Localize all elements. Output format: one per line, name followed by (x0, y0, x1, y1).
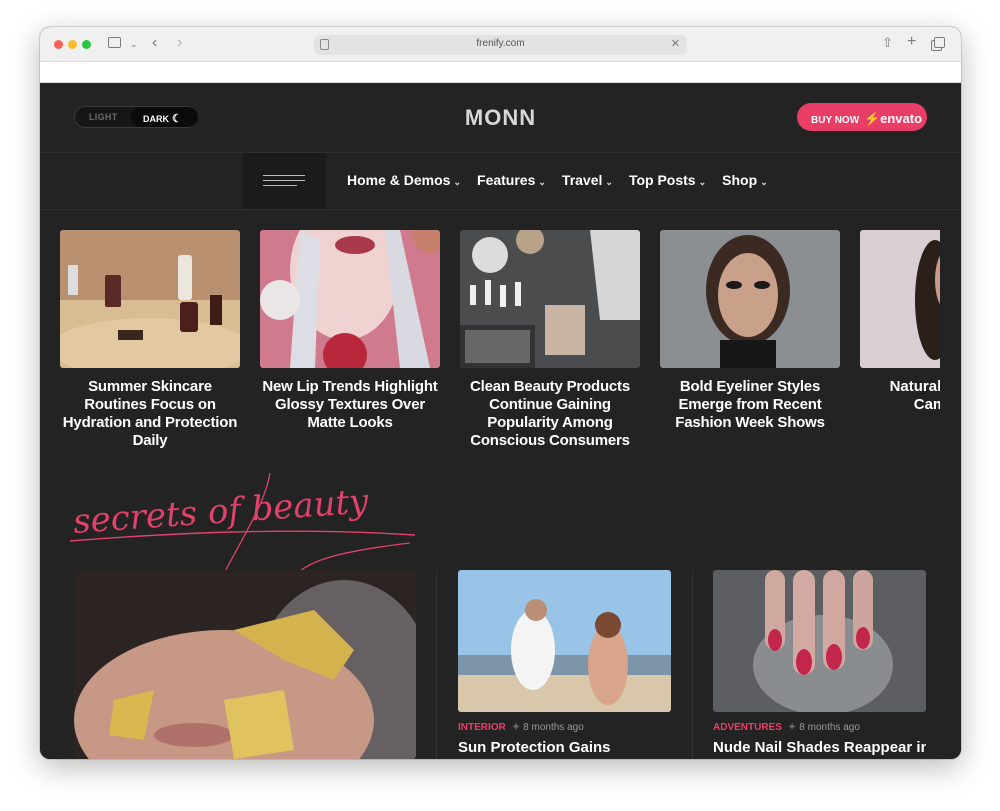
envato-logo: ⚡envato (863, 111, 923, 126)
slider-card[interactable]: Bold Eyeliner Styles Emerge from Recent … (660, 230, 840, 432)
buy-now-label: BUY NOW (811, 115, 860, 126)
chevron-down-icon: ⌄ (698, 177, 707, 187)
clear-icon[interactable]: ✕ (671, 37, 680, 50)
nail-art-image[interactable] (713, 570, 926, 712)
sun-protection-image[interactable] (458, 570, 671, 712)
tabs-overview-icon[interactable] (934, 37, 945, 48)
card-title[interactable]: Natural Spotlight Campaign (860, 378, 940, 410)
forward-icon[interactable]: › (177, 35, 182, 51)
dot-separator-icon: ✦ (787, 722, 797, 733)
chevron-down-icon: ⌄ (538, 177, 546, 187)
dot-separator-icon: ✦ (511, 722, 521, 733)
post-card[interactable]: INTERIOR ✦ 8 months ago Sun Protection Gai… (458, 570, 671, 756)
eyeliner-model-image[interactable] (660, 230, 840, 368)
card-title[interactable]: Summer Skincare Routines Focus on Hydrat… (60, 378, 240, 450)
address-bar[interactable]: frenify.com ✕ (314, 35, 687, 55)
buy-now-button[interactable]: BUY NOW ⚡envato (797, 103, 927, 131)
chevron-down-icon: ⌄ (605, 177, 613, 187)
beauty-products-image[interactable] (460, 230, 640, 368)
hamburger-menu-icon[interactable] (243, 153, 326, 209)
browser-toolbar: ⌄ ‹ › frenify.com ✕ ⇧ + (40, 27, 961, 62)
minimize-window-button[interactable] (68, 40, 77, 49)
sidebar-icon[interactable] (108, 37, 121, 48)
url-text: frenify.com (476, 38, 525, 49)
slider-card[interactable]: Summer Skincare Routines Focus on Hydrat… (60, 230, 240, 450)
lips-image[interactable] (260, 230, 440, 368)
post-date: 8 months ago (523, 722, 584, 733)
curly-hair-model-image[interactable] (860, 230, 940, 368)
slider-card[interactable]: Clean Beauty Products Continue Gaining P… (460, 230, 640, 450)
close-window-button[interactable] (54, 40, 63, 49)
main-navigation: Home & Demos ⌄ Features ⌄ Travel ⌄ Top Post… (40, 152, 961, 210)
new-tab-icon[interactable]: + (907, 34, 916, 50)
favorites-bar (40, 62, 961, 83)
column-divider (436, 570, 437, 759)
chevron-down-icon[interactable]: ⌄ (130, 37, 138, 51)
back-icon[interactable]: ‹ (152, 35, 157, 51)
slider-card[interactable]: New Lip Trends Highlight Glossy Textures… (260, 230, 440, 432)
skincare-image[interactable] (60, 230, 240, 368)
post-title[interactable]: Nude Nail Shades Reappear in (713, 739, 926, 756)
nav-item-home-demos[interactable]: Home & Demos ⌄ (347, 172, 461, 188)
chevron-down-icon: ⌄ (760, 177, 768, 187)
slider-card-partial[interactable]: Natural Spotlight Campaign (860, 230, 940, 410)
post-category[interactable]: INTERIOR (458, 722, 506, 733)
chevron-down-icon: ⌄ (453, 177, 462, 187)
column-divider (692, 570, 693, 759)
card-title[interactable]: Bold Eyeliner Styles Emerge from Recent … (660, 378, 840, 432)
nav-item-shop[interactable]: Shop ⌄ (722, 172, 768, 188)
post-title[interactable]: Sun Protection Gains (458, 739, 671, 756)
featured-post-image[interactable] (74, 570, 416, 759)
nav-item-top-posts[interactable]: Top Posts ⌄ (629, 172, 706, 188)
post-date: 8 months ago (799, 722, 860, 733)
card-title[interactable]: Clean Beauty Products Continue Gaining P… (460, 378, 640, 450)
nav-item-features[interactable]: Features ⌄ (477, 172, 546, 188)
browser-window: ⌄ ‹ › frenify.com ✕ ⇧ + LIGHT DARK ☾ MONN… (40, 27, 961, 759)
website: LIGHT DARK ☾ MONN BUY NOW ⚡envato Home & … (40, 83, 961, 759)
maximize-window-button[interactable] (82, 40, 91, 49)
nav-item-travel[interactable]: Travel ⌄ (562, 172, 613, 188)
card-title[interactable]: New Lip Trends Highlight Glossy Textures… (260, 378, 440, 432)
post-card[interactable]: ADVENTURES ✦ 8 months ago Nude Nail Shades… (713, 570, 926, 756)
share-icon[interactable]: ⇧ (882, 36, 893, 50)
post-category[interactable]: ADVENTURES (713, 722, 782, 733)
